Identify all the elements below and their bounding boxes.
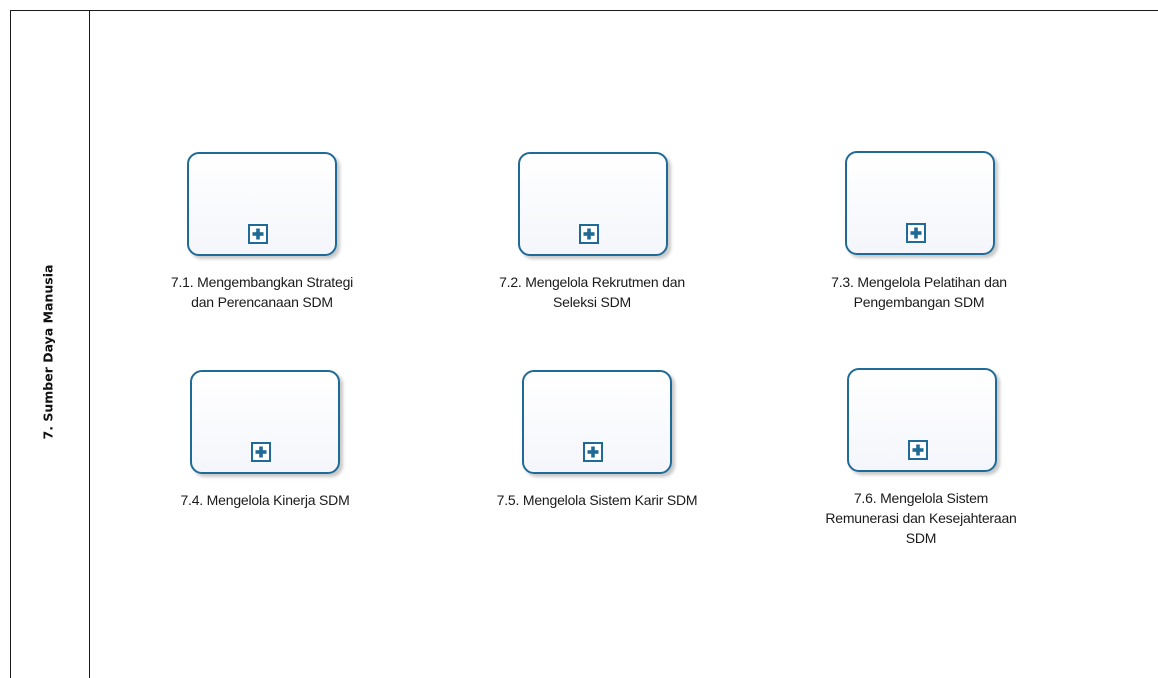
task-7-1[interactable] — [187, 152, 337, 256]
task-7-3[interactable] — [845, 151, 995, 255]
subprocess-marker-icon[interactable] — [583, 442, 603, 462]
task-label-7-6: 7.6. Mengelola Sistem Remunerasi dan Kes… — [796, 488, 1046, 548]
task-label-line: 7.2. Mengelola Rekrutmen dan — [499, 274, 685, 290]
task-7-2[interactable] — [518, 152, 668, 256]
task-label-line: dan Perencanaan SDM — [191, 294, 333, 310]
task-label-7-1: 7.1. Mengembangkan Strategi dan Perencan… — [137, 272, 387, 312]
task-7-6[interactable] — [847, 368, 997, 472]
subprocess-marker-icon[interactable] — [248, 224, 268, 244]
task-label-line: Seleksi SDM — [553, 294, 631, 310]
task-label-line: 7.4. Mengelola Kinerja SDM — [180, 492, 350, 508]
task-7-5[interactable] — [522, 370, 672, 474]
task-label-line: 7.6. Mengelola Sistem — [853, 490, 989, 506]
subprocess-marker-icon[interactable] — [906, 223, 926, 243]
subprocess-marker-icon[interactable] — [908, 440, 928, 460]
task-label-7-2: 7.2. Mengelola Rekrutmen dan Seleksi SDM — [467, 272, 717, 312]
task-label-7-4: 7.4. Mengelola Kinerja SDM — [140, 490, 390, 510]
task-label-line: 7.3. Mengelola Pelatihan dan — [831, 274, 1007, 290]
subprocess-marker-icon[interactable] — [251, 442, 271, 462]
task-label-line: SDM — [905, 530, 937, 546]
task-label-line: Remunerasi dan Kesejahteraan — [825, 510, 1017, 526]
task-label-line: 7.5. Mengelola Sistem Karir SDM — [496, 492, 698, 508]
subprocess-marker-icon[interactable] — [579, 224, 599, 244]
pool — [10, 10, 1158, 678]
task-label-7-5: 7.5. Mengelola Sistem Karir SDM — [472, 490, 722, 510]
task-label-line: Pengembangan SDM — [853, 294, 985, 310]
task-7-4[interactable] — [190, 370, 340, 474]
bpmn-diagram-canvas: 7. Sumber Daya Manusia 7.1. Mengembangka… — [0, 0, 1158, 678]
task-label-line: 7.1. Mengembangkan Strategi — [170, 274, 354, 290]
task-label-7-3: 7.3. Mengelola Pelatihan dan Pengembanga… — [794, 272, 1044, 312]
lane-title: 7. Sumber Daya Manusia — [40, 264, 56, 440]
